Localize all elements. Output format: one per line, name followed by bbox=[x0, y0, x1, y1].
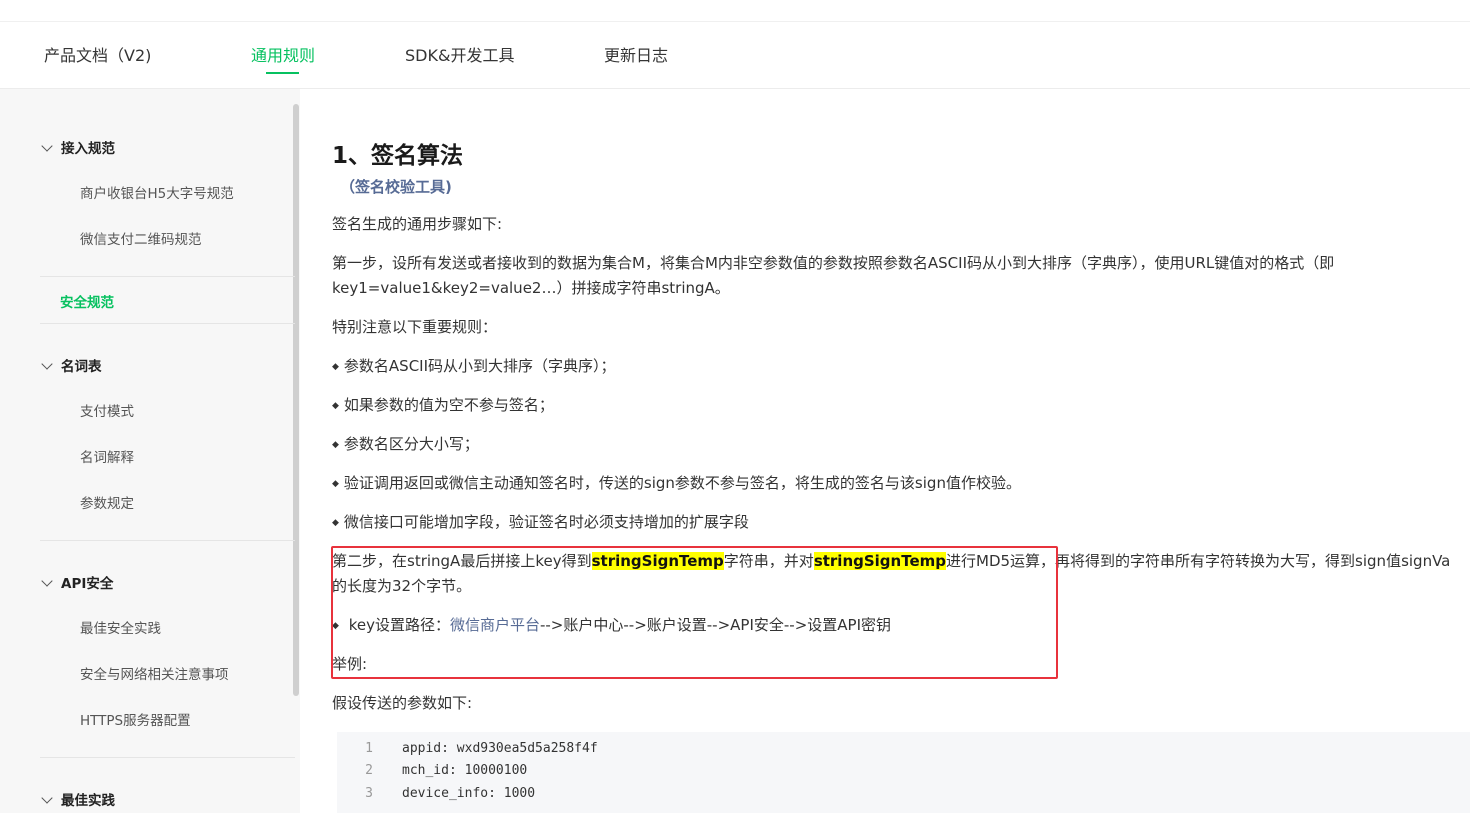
code-line: 2 mch_id: 10000100 bbox=[337, 763, 527, 785]
annotation-red-box bbox=[331, 546, 1058, 679]
chevron-down-icon bbox=[41, 792, 53, 804]
nav-tab-sdk-tools[interactable]: SDK&开发工具 bbox=[405, 42, 514, 66]
sidebar-item-h5-font-spec[interactable]: 商户收银台H5大字号规范 bbox=[80, 182, 234, 202]
sidebar-group-label: 名词表 bbox=[61, 359, 102, 375]
sidebar-group-best-practice[interactable]: 最佳实践 bbox=[40, 789, 115, 809]
nav-tab-product-docs[interactable]: 产品文档（V2) bbox=[44, 42, 151, 66]
rule-item: 参数名区分大小写； bbox=[332, 432, 479, 460]
sidebar-item-best-security[interactable]: 最佳安全实践 bbox=[80, 617, 161, 637]
rule-item: 如果参数的值为空不参与签名； bbox=[332, 393, 554, 421]
sign-check-tool-link[interactable]: （签名校验工具) bbox=[340, 176, 452, 197]
nav-tab-changelog[interactable]: 更新日志 bbox=[604, 42, 668, 66]
params-intro: 假设传送的参数如下: bbox=[332, 694, 473, 712]
page-title: 1、签名算法 bbox=[332, 143, 464, 169]
sidebar-item-qrcode-spec[interactable]: 微信支付二维码规范 bbox=[80, 228, 202, 248]
chevron-down-icon bbox=[41, 575, 53, 587]
sidebar-item-pay-mode[interactable]: 支付模式 bbox=[80, 400, 134, 420]
rule-item: 微信接口可能增加字段，验证签名时必须支持增加的扩展字段 bbox=[332, 510, 749, 538]
active-tab-underline bbox=[266, 72, 299, 74]
sidebar-item-term-explain[interactable]: 名词解释 bbox=[80, 446, 134, 466]
top-nav: 产品文档（V2) 通用规则 SDK&开发工具 更新日志 bbox=[0, 22, 1470, 89]
code-text: device_info: 1000 bbox=[402, 786, 536, 801]
sidebar-group-label: 最佳实践 bbox=[61, 793, 115, 809]
sidebar-item-security-spec[interactable]: 安全规范 bbox=[60, 291, 114, 311]
sidebar-group-glossary[interactable]: 名词表 bbox=[40, 355, 102, 375]
sidebar-group-api-security[interactable]: API安全 bbox=[40, 572, 113, 592]
step1-line2: key1=value1&key2=value2…）拼接成字符串stringA。 bbox=[332, 279, 730, 297]
sidebar-group-label: API安全 bbox=[61, 576, 114, 592]
chevron-down-icon bbox=[41, 140, 53, 152]
notice-text: 特别注意以下重要规则： bbox=[332, 318, 498, 336]
code-line: 3 device_info: 1000 bbox=[337, 786, 535, 808]
sidebar-group-label: 接入规范 bbox=[61, 141, 115, 157]
rule-item: 验证调用返回或微信主动通知签名时，传送的sign参数不参与签名，将生成的签名与该… bbox=[332, 471, 1021, 499]
line-number: 2 bbox=[365, 763, 373, 778]
code-text: appid: wxd930ea5d5a258f4f bbox=[402, 741, 598, 756]
sidebar-divider bbox=[40, 323, 295, 324]
rule-item: 参数名ASCII码从小到大排序（字典序）； bbox=[332, 354, 616, 382]
sidebar-item-https-config[interactable]: HTTPS服务器配置 bbox=[80, 709, 191, 729]
sidebar-divider bbox=[40, 757, 295, 758]
chevron-down-icon bbox=[41, 358, 53, 370]
line-number: 3 bbox=[365, 786, 373, 801]
sidebar-scrollbar[interactable] bbox=[293, 104, 299, 696]
line-number: 1 bbox=[365, 741, 373, 756]
code-block: 1 appid: wxd930ea5d5a258f4f 2 mch_id: 1000… bbox=[337, 732, 1470, 813]
top-strip bbox=[0, 0, 1470, 22]
step1-line1: 第一步，设所有发送或者接收到的数据为集合M，将集合M内非空参数值的参数按照参数名… bbox=[332, 254, 1335, 272]
nav-tab-general-rules[interactable]: 通用规则 bbox=[251, 42, 315, 66]
sidebar-divider bbox=[40, 276, 295, 277]
intro-text: 签名生成的通用步骤如下: bbox=[332, 215, 503, 233]
sidebar-item-param-rules[interactable]: 参数规定 bbox=[80, 492, 134, 512]
sidebar-group-access-spec[interactable]: 接入规范 bbox=[40, 137, 115, 157]
sidebar-divider bbox=[40, 540, 295, 541]
code-line: 1 appid: wxd930ea5d5a258f4f bbox=[337, 741, 598, 763]
sidebar-item-network-notes[interactable]: 安全与网络相关注意事项 bbox=[80, 663, 229, 683]
main-content: 1、签名算法 （签名校验工具) 签名生成的通用步骤如下: 第一步，设所有发送或者… bbox=[300, 89, 1470, 813]
code-text: mch_id: 10000100 bbox=[402, 763, 528, 778]
